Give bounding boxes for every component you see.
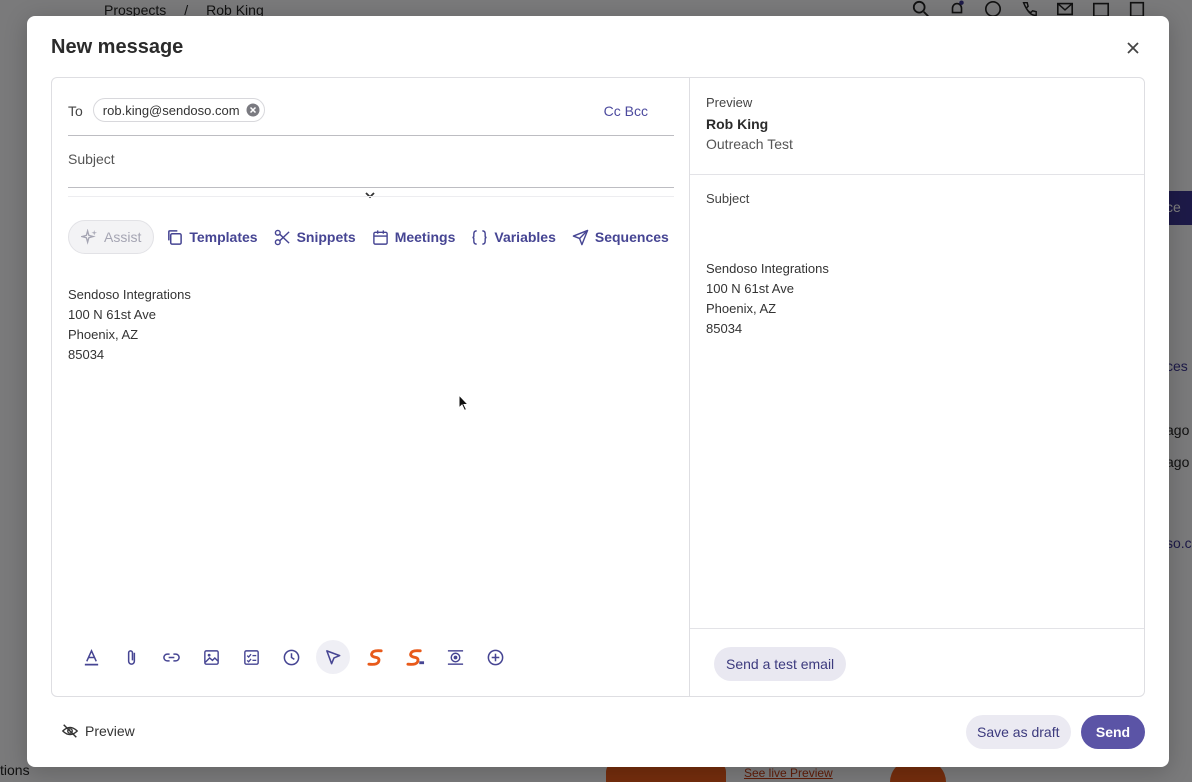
variables-button[interactable]: Variables bbox=[463, 220, 564, 254]
to-field[interactable]: To rob.king@sendoso.com Cc Bcc bbox=[68, 94, 674, 136]
variables-label: Variables bbox=[494, 229, 556, 245]
add-icon bbox=[487, 649, 503, 665]
preview-recipient-name: Rob King bbox=[706, 116, 769, 132]
templates-label: Templates bbox=[189, 229, 258, 245]
subject-input[interactable] bbox=[68, 146, 674, 187]
schedule-button[interactable] bbox=[276, 642, 306, 672]
meetings-button[interactable]: Meetings bbox=[364, 220, 464, 254]
sendoso-gift-button[interactable] bbox=[400, 642, 430, 672]
meetings-label: Meetings bbox=[394, 229, 456, 245]
remove-recipient-button[interactable] bbox=[246, 103, 260, 117]
expand-toggle[interactable] bbox=[364, 188, 376, 200]
signature-line: 100 N 61st Ave bbox=[706, 281, 794, 296]
templates-icon bbox=[168, 229, 183, 245]
checklist-icon bbox=[243, 649, 259, 665]
braces-icon bbox=[472, 229, 488, 245]
remove-circle-icon bbox=[246, 103, 260, 117]
assist-button[interactable]: Assist bbox=[68, 220, 155, 254]
sequences-label: Sequences bbox=[594, 229, 669, 245]
send-plane-icon bbox=[572, 229, 589, 245]
attachment-icon bbox=[127, 649, 135, 665]
sparkle-icon bbox=[81, 228, 98, 245]
text-format-icon bbox=[84, 648, 98, 665]
subject-field[interactable] bbox=[68, 146, 674, 188]
sendoso-icon bbox=[366, 648, 383, 666]
compose-panel: To rob.king@sendoso.com Cc Bcc Subject A… bbox=[51, 77, 1145, 697]
composer: To rob.king@sendoso.com Cc Bcc Subject A… bbox=[52, 78, 690, 696]
embed-button[interactable] bbox=[440, 642, 470, 672]
signature-line: Sendoso Integrations bbox=[68, 287, 191, 302]
chevron-down-icon bbox=[365, 192, 375, 199]
preview-header: Preview Rob King Outreach Test bbox=[706, 95, 793, 152]
attachment-button[interactable] bbox=[116, 642, 146, 672]
clock-icon bbox=[283, 649, 299, 665]
sendoso-button[interactable] bbox=[360, 642, 390, 672]
embed-icon bbox=[447, 649, 463, 665]
signature-line: Sendoso Integrations bbox=[706, 261, 829, 276]
compose-toolbar: Assist Templates Snippets Meetings Varia… bbox=[68, 219, 677, 255]
mouse-cursor-icon bbox=[458, 394, 470, 412]
preview-pane: Preview Rob King Outreach Test Subject S… bbox=[690, 78, 1144, 696]
signature-line: 85034 bbox=[68, 347, 105, 362]
recipient-email: rob.king@sendoso.com bbox=[102, 102, 240, 118]
divider bbox=[690, 628, 1144, 629]
cc-bcc-toggle[interactable]: Cc Bcc bbox=[604, 103, 648, 119]
close-button[interactable] bbox=[1125, 40, 1141, 56]
signature-line: Phoenix, AZ bbox=[706, 301, 777, 316]
preview-body: Sendoso Integrations 100 N 61st Ave Phoe… bbox=[706, 259, 829, 339]
assist-label: Assist bbox=[104, 229, 142, 245]
format-toolbar bbox=[76, 640, 510, 674]
preview-label: Preview bbox=[706, 95, 753, 110]
modal-title: New message bbox=[51, 36, 184, 58]
preview-toggle-label: Preview bbox=[85, 723, 135, 739]
new-message-modal: New message To rob.king@sendoso.com Cc B… bbox=[27, 16, 1169, 767]
save-draft-button[interactable]: Save as draft bbox=[966, 715, 1071, 749]
close-icon bbox=[1127, 42, 1139, 54]
snippets-label: Snippets bbox=[296, 229, 356, 245]
link-icon bbox=[162, 652, 180, 662]
text-format-button[interactable] bbox=[76, 642, 106, 672]
cursor-icon bbox=[325, 649, 340, 664]
link-button[interactable] bbox=[156, 642, 186, 672]
divider bbox=[690, 174, 1144, 175]
image-icon bbox=[203, 649, 219, 665]
templates-button[interactable]: Templates bbox=[158, 220, 265, 254]
recipient-chip[interactable]: rob.king@sendoso.com bbox=[92, 98, 265, 122]
signature-line: 100 N 61st Ave bbox=[68, 307, 156, 322]
signature-line: Phoenix, AZ bbox=[68, 327, 139, 342]
eye-off-icon bbox=[61, 724, 79, 738]
preview-toggle[interactable]: Preview bbox=[61, 722, 135, 740]
more-options-button[interactable] bbox=[480, 642, 510, 672]
snippets-button[interactable]: Snippets bbox=[266, 220, 364, 254]
sequences-button[interactable]: Sequences bbox=[564, 220, 677, 254]
to-label: To bbox=[68, 103, 83, 119]
signature-line: 85034 bbox=[706, 321, 743, 336]
cursor-tracking-button[interactable] bbox=[316, 640, 350, 674]
preview-subject: Subject bbox=[706, 191, 750, 206]
preview-recipient-subtitle: Outreach Test bbox=[706, 136, 793, 152]
sendoso-gift-icon bbox=[405, 648, 424, 666]
send-test-email-button[interactable]: Send a test email bbox=[714, 647, 847, 681]
image-button[interactable] bbox=[196, 642, 226, 672]
message-body[interactable]: Sendoso Integrations 100 N 61st Ave Phoe… bbox=[68, 285, 191, 365]
divider bbox=[68, 196, 674, 197]
send-button[interactable]: Send bbox=[1081, 715, 1145, 749]
scissors-icon bbox=[274, 229, 290, 245]
calendar-icon bbox=[372, 229, 388, 245]
checklist-button[interactable] bbox=[236, 642, 266, 672]
